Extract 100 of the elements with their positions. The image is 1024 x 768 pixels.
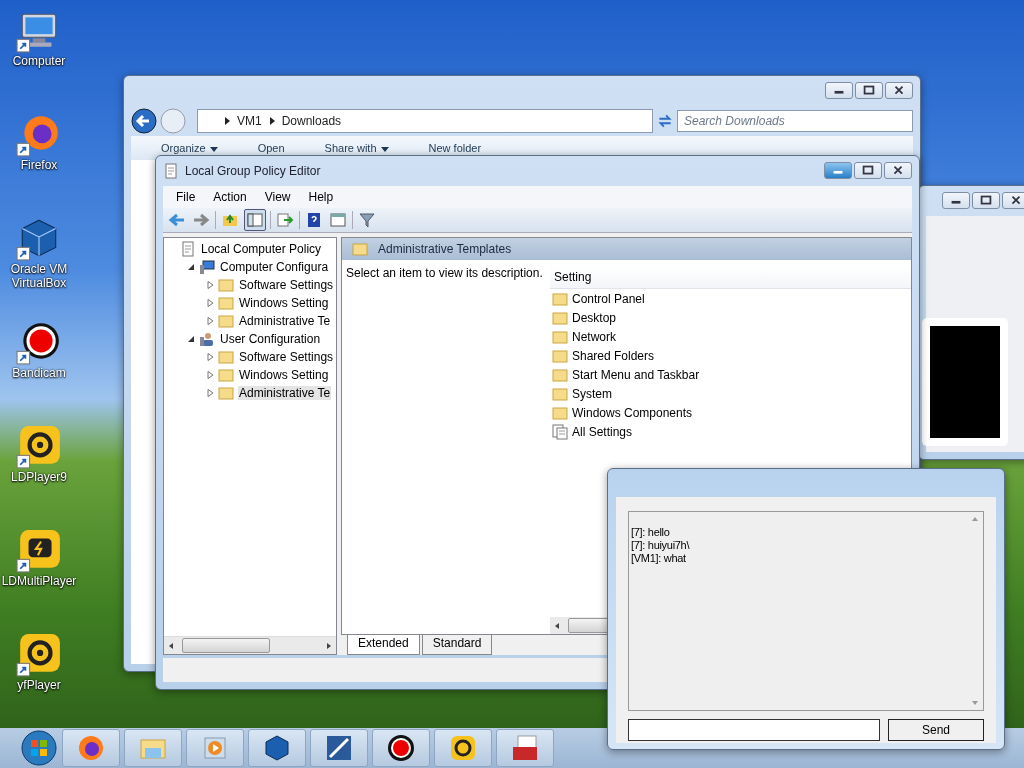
chat-message: [7]: huiyui7h\ [631,539,691,552]
record-icon [386,733,416,763]
folder-icon [552,366,568,383]
console-tree-icon[interactable] [244,209,266,231]
start-button[interactable] [20,729,58,767]
firefox-icon [76,733,106,763]
menu-item[interactable]: View [255,190,300,204]
address-bar[interactable]: VM1 Downloads [197,109,653,133]
back-icon[interactable] [131,108,157,134]
chevron-right-icon[interactable] [268,117,275,125]
folder-icon [218,295,234,311]
app-icon[interactable] [16,632,62,678]
tree-item[interactable]: Administrative Te [238,314,332,328]
dropdown-arrow-icon[interactable] [380,146,389,152]
user-icon [199,331,215,347]
taskbar-button[interactable] [434,729,492,767]
maximize-button[interactable] [972,192,1000,209]
expanded-arrow-icon[interactable] [187,335,195,343]
search-field[interactable]: Search Downloads [677,110,913,132]
list-item[interactable]: Shared Folders [572,348,655,363]
list-item[interactable]: Windows Components [572,405,693,420]
cube-icon [262,733,292,763]
maximize-button[interactable] [855,82,883,99]
window-title: Local Group Policy Editor [185,164,321,178]
filter-icon[interactable] [357,210,377,230]
tree-item[interactable]: Local Computer Policy [200,242,323,256]
app-icon [324,733,354,763]
folder-icon [552,385,568,402]
document-icon [163,163,179,179]
taskbar-button[interactable] [372,729,430,767]
toolbar-button[interactable]: Share with [324,142,389,154]
list-item[interactable]: Control Panel [572,291,645,306]
chat-message: [7]: hello [631,526,671,539]
toolbar-button[interactable]: New folder [428,142,482,154]
chat-message: [VM1]: what [631,552,687,565]
computer-icon [199,259,215,275]
list-item[interactable]: Network [572,329,616,344]
close-button[interactable] [885,82,913,99]
desktop-icon-label[interactable]: Computer [0,54,78,68]
menu-item[interactable]: File [167,190,205,204]
collapsed-arrow-icon[interactable] [206,389,214,397]
close-button[interactable] [1002,192,1024,209]
minimize-button[interactable] [942,192,970,209]
taskbar-button[interactable] [248,729,306,767]
settings-list-icon [552,423,568,440]
send-button[interactable]: Send [888,719,984,741]
folder-icon [218,385,234,401]
collapsed-arrow-icon[interactable] [206,371,214,379]
folder-icon [552,328,568,345]
refresh-icon[interactable] [656,112,674,130]
horizontal-scrollbar[interactable] [164,636,336,654]
dropdown-arrow-icon[interactable] [209,146,218,152]
tree-item[interactable]: Software Settings [238,350,335,364]
minimize-button[interactable] [825,82,853,99]
folder-icon [552,347,568,364]
tree-item[interactable]: Windows Setting [238,296,330,310]
folder-icon [218,349,234,365]
desktop-icon-label[interactable]: yfPlayer [0,678,78,692]
list-item[interactable]: Start Menu and Taskbar [572,367,700,382]
pane-title: Administrative Templates [378,242,512,256]
list-item[interactable]: System [572,386,612,401]
expanded-arrow-icon[interactable] [187,263,195,271]
tree-item[interactable]: User Configuration [219,332,322,346]
list-item[interactable]: All Settings [572,424,633,439]
collapsed-arrow-icon[interactable] [206,317,214,325]
tree-item[interactable]: Computer Configura [219,260,330,274]
folder-icon [552,309,568,326]
tree-item[interactable]: Windows Setting [238,368,330,382]
folder-icon [552,290,568,307]
tree-item[interactable]: Administrative Te [238,386,332,400]
app-icon[interactable] [16,424,62,470]
message-field[interactable] [628,719,880,741]
toolbar-button[interactable]: Open [257,142,285,154]
breadcrumb-item[interactable]: VM1 [237,114,262,128]
collapsed-arrow-icon[interactable] [206,281,214,289]
taskbar-button[interactable] [310,729,368,767]
tree-item[interactable]: Software Settings [238,278,335,292]
tab[interactable]: Extended [347,635,420,655]
menu-item[interactable]: Action [204,190,256,204]
chevron-right-icon[interactable] [224,117,230,125]
app-icon[interactable] [16,528,62,574]
folder-icon [552,404,568,421]
desktop-icon-label[interactable]: LDMultiPlayer [0,574,78,588]
breadcrumb-item[interactable]: Downloads [281,114,342,128]
close-button[interactable] [884,162,912,179]
app-icon [448,733,478,763]
export-icon[interactable] [275,210,295,230]
scroll-thumb[interactable] [182,638,270,653]
menu-item[interactable]: Help [299,190,343,204]
description-text: Select an item to view its description. [345,265,544,282]
desktop-icon-label[interactable]: Firefox [0,158,78,172]
collapsed-arrow-icon[interactable] [206,299,214,307]
maximize-button[interactable] [854,162,882,179]
folder-icon [218,313,234,329]
list-item[interactable]: Desktop [572,310,617,325]
column-header[interactable]: Setting [554,270,592,284]
toolbar-button[interactable]: Organize [161,142,218,154]
collapsed-arrow-icon[interactable] [206,353,214,361]
record-icon[interactable] [16,320,62,366]
tab[interactable]: Standard [421,635,493,655]
